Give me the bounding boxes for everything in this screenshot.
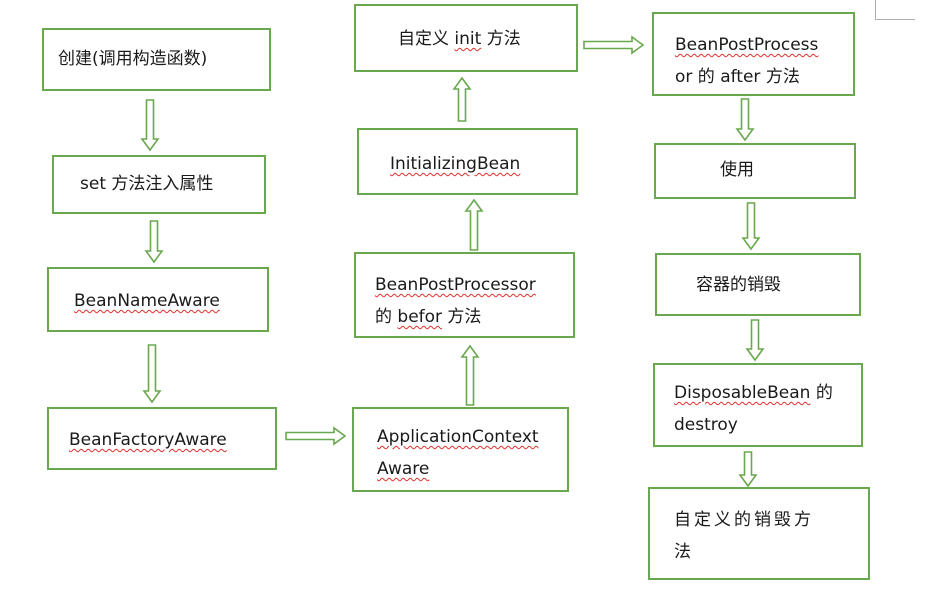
arrow-disposable-to-custom-destroy bbox=[738, 451, 758, 488]
arrow-set-to-beanname bbox=[144, 220, 164, 264]
arrow-use-to-container-destroy bbox=[741, 202, 761, 251]
step-disposable-bean-line1: DisposableBean 的 bbox=[674, 382, 833, 404]
arrow-bpp-before-to-initializing bbox=[464, 198, 484, 251]
step-use-label: 使用 bbox=[720, 160, 754, 180]
step-bean-name-aware-box: BeanNameAware bbox=[47, 267, 269, 332]
arrow-beanname-to-beanfactory bbox=[142, 344, 162, 404]
step-bpp-after-line1: BeanPostProcess bbox=[675, 35, 819, 55]
step-bpp-after-line2: or 的 after 方法 bbox=[675, 67, 800, 87]
step-bpp-after-box: BeanPostProcess or 的 after 方法 bbox=[652, 12, 855, 96]
step-custom-init-post: 方法 bbox=[481, 29, 521, 49]
lifecycle-diagram: 创建(调用构造函数) set 方法注入属性 BeanNameAware Bean… bbox=[0, 0, 934, 596]
step-bpp-before-tail: 方法 bbox=[442, 307, 482, 327]
step-bpp-before-line1: BeanPostProcessor bbox=[375, 275, 536, 295]
step-application-context-aware-line1: ApplicationContext bbox=[377, 427, 539, 447]
step-bpp-before-box: BeanPostProcessor 的 befor 方法 bbox=[354, 252, 575, 338]
step-custom-destroy-line2: 法 bbox=[674, 542, 691, 562]
arrow-appctx-to-bpp-before bbox=[460, 344, 480, 406]
step-disposable-bean-box: DisposableBean 的 destroy bbox=[653, 363, 863, 447]
step-disposable-bean-line2: destroy bbox=[674, 415, 738, 435]
arrow-container-destroy-to-disposable bbox=[745, 319, 765, 362]
step-set-properties-box: set 方法注入属性 bbox=[52, 155, 266, 214]
step-container-destroy-box: 容器的销毁 bbox=[655, 253, 861, 316]
step-bpp-before-zh: 的 bbox=[375, 307, 398, 327]
step-disposable-bean-en: DisposableBean bbox=[674, 383, 811, 403]
arrow-beanfactory-to-appctx bbox=[285, 426, 347, 446]
step-initializing-bean-box: InitializingBean bbox=[357, 128, 578, 195]
step-bean-factory-aware-box: BeanFactoryAware bbox=[47, 407, 277, 470]
step-create-box: 创建(调用构造函数) bbox=[42, 28, 271, 91]
step-bean-name-aware-label: BeanNameAware bbox=[74, 291, 220, 311]
step-custom-init-label: 自定义 init 方法 bbox=[398, 28, 521, 50]
arrow-initializing-to-custom-init bbox=[452, 76, 472, 122]
step-bean-factory-aware-label: BeanFactoryAware bbox=[69, 430, 227, 450]
step-bpp-before-line2: 的 befor 方法 bbox=[375, 306, 481, 328]
step-disposable-bean-zh: 的 bbox=[810, 383, 833, 403]
step-custom-destroy-line1: 自定义的销毁方 bbox=[674, 510, 814, 530]
step-custom-init-box: 自定义 init 方法 bbox=[354, 4, 578, 72]
step-custom-destroy-box: 自定义的销毁方 法 bbox=[648, 487, 870, 580]
step-custom-init-en: init bbox=[454, 29, 482, 49]
step-set-properties-label: set 方法注入属性 bbox=[80, 174, 214, 194]
step-use-box: 使用 bbox=[654, 143, 856, 199]
arrow-custom-init-to-bpp-after bbox=[583, 35, 645, 55]
step-application-context-aware-line2: Aware bbox=[377, 459, 430, 479]
step-bpp-before-en: befor bbox=[397, 307, 443, 327]
step-container-destroy-label: 容器的销毁 bbox=[696, 275, 781, 295]
step-application-context-aware-box: ApplicationContext Aware bbox=[352, 407, 569, 492]
step-create-label: 创建(调用构造函数) bbox=[58, 49, 208, 69]
page-corner-mark bbox=[875, 0, 915, 20]
step-custom-init-pre: 自定义 bbox=[398, 29, 455, 49]
step-initializing-bean-label: InitializingBean bbox=[390, 154, 521, 174]
arrow-bpp-after-to-use bbox=[735, 98, 755, 142]
arrow-create-to-set bbox=[140, 99, 160, 152]
